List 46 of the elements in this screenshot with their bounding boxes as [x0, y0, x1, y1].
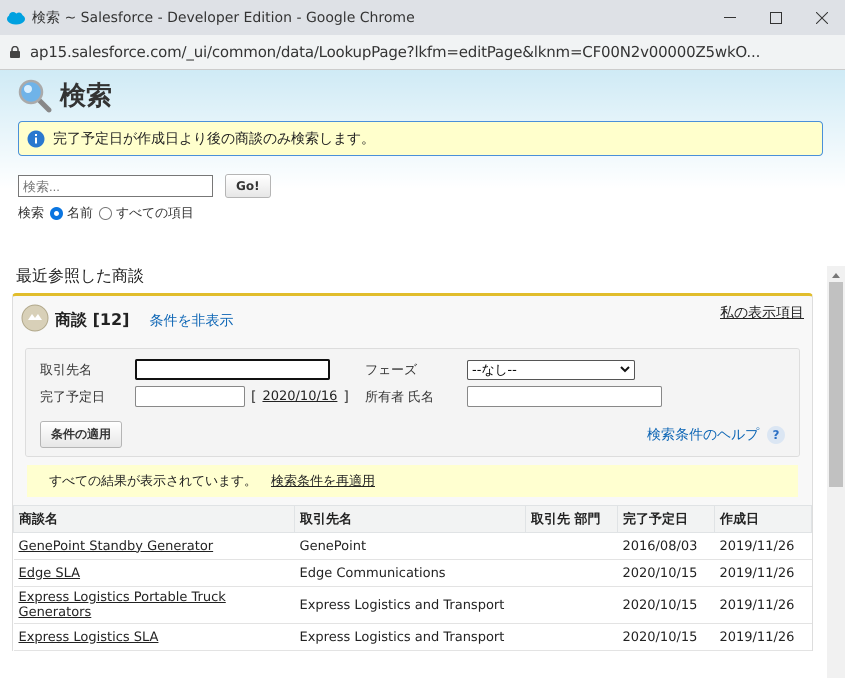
- scope-option[interactable]: すべての項目: [99, 204, 194, 222]
- opportunity-link[interactable]: Express Logistics Portable Truck Generators: [18, 590, 258, 620]
- page-title: 検索: [60, 80, 112, 113]
- window-title: 検索 ~ Salesforce - Developer Edition - Google Chrome: [32, 8, 416, 26]
- opportunity-link[interactable]: Edge SLA: [18, 566, 80, 580]
- notice-text: すべての結果が表示されています。: [49, 473, 257, 490]
- bracket: ]: [343, 388, 349, 404]
- opportunity-link[interactable]: GenePoint Standby Generator: [18, 538, 214, 554]
- table-cell: 2020/10/15: [617, 624, 714, 650]
- account-label: 取引先名: [40, 362, 93, 378]
- filter-help-link[interactable]: 検索条件のヘルプ: [647, 426, 759, 444]
- scope-label: 検索: [18, 205, 44, 222]
- scope-option[interactable]: 名前: [50, 204, 93, 222]
- table-cell: GenePoint: [294, 532, 526, 560]
- today-date-link[interactable]: 2020/10/16: [262, 389, 338, 404]
- column-header: 取引先 部門: [526, 506, 618, 532]
- go-button[interactable]: Go!: [225, 174, 271, 198]
- phase-label: フェーズ: [365, 362, 418, 378]
- table-cell: 2019/11/26: [714, 560, 812, 586]
- table-cell: Edge Communications: [294, 560, 526, 586]
- help-icon[interactable]: ?: [767, 426, 785, 444]
- table-cell: 2020/10/15: [617, 560, 714, 586]
- my-columns-link[interactable]: 私の表示項目: [720, 304, 804, 322]
- table-cell: 2019/11/26: [714, 624, 812, 650]
- bracket: [: [251, 388, 256, 404]
- column-header: 完了予定日: [617, 506, 714, 532]
- column-header: 商談名: [14, 506, 294, 532]
- opportunity-link[interactable]: Express Logistics SLA: [18, 630, 158, 644]
- close-date-label: 完了予定日: [40, 388, 106, 406]
- phase-select[interactable]: --なし--: [467, 360, 635, 380]
- column-header: 作成日: [714, 506, 812, 532]
- table-cell: Express Logistics and Transport: [294, 586, 526, 624]
- table-cell: 2019/11/26: [714, 586, 812, 624]
- section-title: 最近参照した商談: [16, 266, 145, 287]
- list-title: 商談 [12]: [55, 310, 130, 331]
- apply-filters-button[interactable]: 条件の適用: [40, 421, 122, 448]
- reapply-filters-link[interactable]: 検索条件を再適用: [271, 472, 375, 490]
- table-cell: Express Logistics and Transport: [294, 624, 526, 650]
- hide-filters-link[interactable]: 条件を非表示: [149, 312, 234, 330]
- column-header: 取引先名: [294, 506, 526, 532]
- table-cell: 2016/08/03: [617, 532, 714, 560]
- table-cell: 2019/11/26: [714, 532, 812, 560]
- owner-label: 所有者 氏名: [365, 388, 436, 406]
- info-message: 完了予定日が作成日より後の商談のみ検索します。: [53, 130, 375, 148]
- search-field[interactable]: 検索...: [18, 175, 213, 197]
- table-cell: 2020/10/15: [617, 586, 714, 624]
